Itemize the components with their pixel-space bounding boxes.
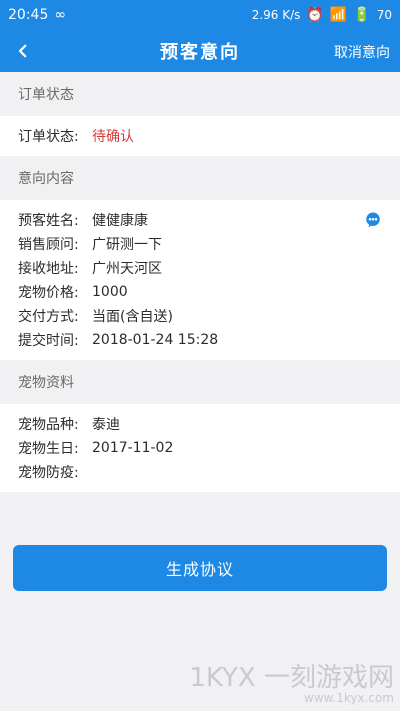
chat-bubble-icon xyxy=(366,212,380,228)
customer-name-label: 预客姓名: xyxy=(18,213,79,229)
intent-content-card: 预客姓名: 健健康康 销售顾问: 广研测一下 接收地址: 广州天河区 宠物价格:… xyxy=(0,200,400,360)
pet-vaccination-label: 宠物防疫: xyxy=(18,465,79,481)
chevron-left-icon xyxy=(18,44,27,58)
order-status-value: 待确认 xyxy=(92,129,134,145)
wifi-icon: 📶 xyxy=(329,7,348,23)
status-right: 2.96 K/s ⏰ 📶 🔋 70 xyxy=(252,7,392,23)
battery-level: 70 xyxy=(376,8,392,22)
sales-advisor-value: 广研测一下 xyxy=(92,237,162,253)
customer-name-value: 健健康康 xyxy=(92,213,148,229)
watermark-sub: www.1kyx.com xyxy=(304,691,394,705)
submit-time-row: 提交时间: 2018-01-24 15:28 xyxy=(18,328,382,352)
pet-price-label: 宠物价格: xyxy=(18,285,79,301)
network-speed: 2.96 K/s xyxy=(251,8,301,22)
sales-advisor-row: 销售顾问: 广研测一下 xyxy=(18,232,382,256)
status-bar: 20:45 ∞ 2.96 K/s ⏰ 📶 🔋 70 xyxy=(0,0,400,30)
loop-icon: ∞ xyxy=(54,7,67,23)
alarm-icon: ⏰ xyxy=(306,7,324,23)
receive-address-row: 接收地址: 广州天河区 xyxy=(18,256,382,280)
pet-vaccination-row: 宠物防疫: xyxy=(18,460,382,484)
generate-agreement-button[interactable]: 生成协议 xyxy=(13,545,387,591)
pet-breed-value: 泰迪 xyxy=(92,417,120,433)
receive-address-label: 接收地址: xyxy=(18,261,79,277)
watermark-main: 1KYX 一刻游戏网 xyxy=(189,663,394,693)
customer-name-row: 预客姓名: 健健康康 xyxy=(18,208,382,232)
watermark: 1KYX 一刻游戏网 www.1kyx.com xyxy=(189,665,394,705)
page-title: 预客意向 xyxy=(160,42,240,63)
pet-info-header: 宠物资料 xyxy=(18,375,74,391)
chat-bubble-icon[interactable] xyxy=(364,211,382,229)
pet-breed-label: 宠物品种: xyxy=(18,417,79,433)
sales-advisor-label: 销售顾问: xyxy=(18,237,79,253)
pet-price-value: 1000 xyxy=(92,284,128,300)
delivery-method-value: 当面(含自送) xyxy=(92,309,173,325)
app-bar: 预客意向 取消意向 xyxy=(0,30,400,72)
order-status-card: 订单状态: 待确认 xyxy=(0,116,400,156)
pet-birthday-row: 宠物生日: 2017-11-02 xyxy=(18,436,382,460)
pet-price-row: 宠物价格: 1000 xyxy=(18,280,382,304)
pet-birthday-value: 2017-11-02 xyxy=(92,440,174,456)
back-button[interactable] xyxy=(10,38,36,64)
submit-time-value: 2018-01-24 15:28 xyxy=(92,332,219,348)
order-status-row: 订单状态: 待确认 xyxy=(18,124,382,148)
delivery-method-row: 交付方式: 当面(含自送) xyxy=(18,304,382,328)
delivery-method-label: 交付方式: xyxy=(18,309,79,325)
pet-breed-row: 宠物品种: 泰迪 xyxy=(18,412,382,436)
submit-time-label: 提交时间: xyxy=(18,333,79,349)
pet-birthday-label: 宠物生日: xyxy=(18,441,79,457)
battery-icon: 🔋 xyxy=(353,7,371,23)
order-status-header: 订单状态 xyxy=(18,87,74,103)
status-left: 20:45 ∞ xyxy=(8,7,66,23)
cancel-intent-button[interactable]: 取消意向 xyxy=(334,42,390,62)
receive-address-value: 广州天河区 xyxy=(92,261,162,277)
order-status-label: 订单状态: xyxy=(18,129,79,145)
status-time: 20:45 xyxy=(8,7,49,23)
pet-info-card: 宠物品种: 泰迪 宠物生日: 2017-11-02 宠物防疫: xyxy=(0,404,400,492)
intent-content-header: 意向内容 xyxy=(18,171,74,187)
